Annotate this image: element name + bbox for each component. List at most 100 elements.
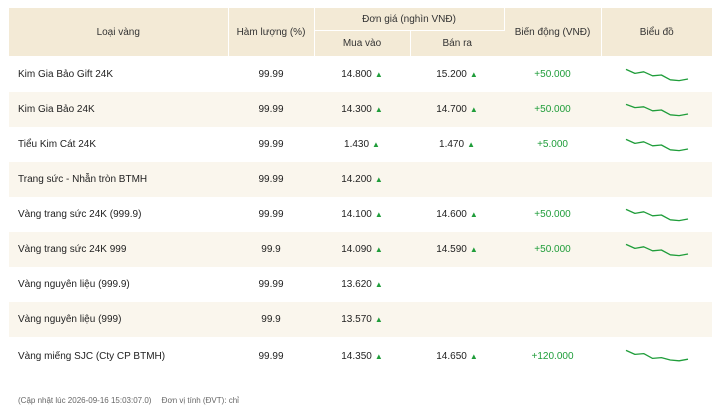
up-arrow-icon: ▲ (372, 140, 380, 149)
gold-type-cell: Vàng miếng SJC (Cty CP BTMH) (9, 337, 228, 375)
sparkline-chart[interactable] (624, 100, 690, 120)
sparkline-chart[interactable] (624, 346, 690, 366)
sell-price-cell-text: 1.470 (439, 139, 465, 150)
sell-price-cell-text: 15.200 (436, 69, 467, 80)
up-arrow-icon: ▲ (467, 140, 475, 149)
up-arrow-icon: ▲ (374, 210, 383, 219)
gold-type-cell: Kim Gia Bảo 24K (9, 92, 228, 127)
table-row: Vàng nguyên liệu (999.9) 99.99 13.620 ▲ (9, 267, 713, 302)
sparkline-line (625, 138, 688, 151)
gold-type-cell-text: Kim Gia Bảo Gift 24K (18, 69, 114, 80)
buy-price-cell-text: 14.300 (341, 104, 372, 115)
purity-cell: 99.99 (228, 267, 314, 302)
sparkline-chart[interactable] (624, 65, 690, 85)
change-cell-text: +50.000 (534, 69, 571, 80)
table-row: Vàng nguyên liệu (999) 99.9 13.570 ▲ (9, 302, 713, 337)
gold-type-cell-text: Trang sức - Nhẫn tròn BTMH (18, 174, 148, 185)
buy-price-cell-text: 13.620 (341, 279, 372, 290)
gold-type-cell-text: Tiểu Kim Cát 24K (18, 139, 96, 150)
up-arrow-icon: ▲ (374, 70, 383, 79)
purity-cell-text: 99.99 (258, 69, 284, 80)
purity-cell: 99.99 (228, 162, 314, 197)
sell-price-cell (410, 162, 505, 197)
sell-price-cell-text: 14.650 (436, 350, 467, 362)
header-change: Biến động (VNĐ) (504, 8, 602, 57)
gold-type-cell-text: Kim Gia Bảo 24K (18, 104, 95, 115)
gold-type-cell: Tiểu Kim Cát 24K (9, 127, 228, 162)
chart-cell (601, 56, 713, 92)
table-row: Vàng miếng SJC (Cty CP BTMH) 99.99 14.350 ▲… (9, 337, 713, 375)
table-footer: (Cập nhật lúc 2026-09-16 15:03:07.0) Đơn… (18, 396, 239, 405)
gold-type-cell-text: Vàng trang sức 24K (999.9) (18, 209, 142, 220)
header-gold-type: Loại vàng (9, 8, 229, 57)
change-cell (504, 162, 602, 197)
header-unit-price: Đơn giá (nghìn VNĐ) (314, 8, 505, 31)
sell-price-cell-text: 14.600 (436, 209, 467, 220)
change-cell-text: +50.000 (534, 209, 571, 220)
gold-type-cell-text: Vàng nguyên liệu (999) (18, 314, 122, 325)
purity-cell-text: 99.99 (258, 174, 284, 185)
gold-price-widget: Loại vàng Hàm lượng (%) Đơn giá (nghìn V… (0, 0, 720, 413)
purity-cell: 99.99 (228, 56, 314, 92)
up-arrow-icon: ▲ (469, 105, 478, 114)
purity-cell: 99.99 (228, 197, 314, 232)
sell-price-cell: 14.650 ▲ (410, 337, 505, 375)
purity-cell: 99.99 (228, 127, 314, 162)
buy-price-cell-text: 14.350 (341, 350, 372, 362)
buy-price-cell: 14.350 ▲ (314, 337, 410, 375)
chart-cell (601, 197, 713, 232)
buy-price-cell: 14.800 ▲ (314, 56, 410, 92)
sparkline-line (625, 208, 688, 221)
buy-price-cell: 13.570 ▲ (314, 302, 410, 337)
buy-price-cell-text: 14.090 (341, 244, 372, 255)
sparkline-line (625, 243, 688, 256)
gold-type-cell: Vàng nguyên liệu (999.9) (9, 267, 228, 302)
gold-type-cell: Vàng trang sức 24K (999.9) (9, 197, 228, 232)
up-arrow-icon: ▲ (374, 105, 383, 114)
change-cell: +50.000 (504, 92, 602, 127)
change-cell: +50.000 (504, 56, 602, 92)
unit-note: Đơn vị tính (ĐVT): chỉ (161, 396, 239, 405)
sell-price-cell (410, 267, 505, 302)
chart-cell (601, 232, 713, 267)
change-cell: +50.000 (504, 232, 602, 267)
sell-price-cell-text: 14.700 (436, 104, 467, 115)
change-cell: +50.000 (504, 197, 602, 232)
sparkline-line (625, 68, 688, 81)
table-row: Tiểu Kim Cát 24K 99.99 1.430 ▲ 1.470 ▲ +5.000 (9, 127, 713, 162)
change-cell (504, 302, 602, 337)
purity-cell-text: 99.99 (258, 104, 284, 115)
purity-cell: 99.99 (228, 92, 314, 127)
purity-cell-text: 99.9 (261, 244, 281, 255)
sparkline-chart[interactable] (624, 135, 690, 155)
gold-type-cell-text: Vàng nguyên liệu (999.9) (18, 279, 130, 290)
purity-cell: 99.99 (228, 337, 314, 375)
sell-price-cell (410, 302, 505, 337)
table-row: Kim Gia Bảo Gift 24K 99.99 14.800 ▲ 15.200 ▲ +… (9, 56, 713, 92)
change-cell-text: +50.000 (534, 244, 571, 255)
up-arrow-icon: ▲ (374, 175, 383, 184)
buy-price-cell: 13.620 ▲ (314, 267, 410, 302)
sparkline-chart[interactable] (624, 240, 690, 260)
table-row: Vàng trang sức 24K 999 99.9 14.090 ▲ 14.590 ▲… (9, 232, 713, 267)
sell-price-cell-text: 14.590 (436, 244, 467, 255)
change-cell (504, 267, 602, 302)
change-cell-text: +5.000 (537, 139, 568, 150)
sell-price-cell: 1.470 ▲ (410, 127, 505, 162)
buy-price-cell: 14.100 ▲ (314, 197, 410, 232)
sell-price-cell: 15.200 ▲ (410, 56, 505, 92)
gold-type-cell-text: Vàng trang sức 24K 999 (18, 244, 127, 255)
sparkline-line (625, 103, 688, 116)
chart-cell (601, 92, 713, 127)
table-row: Vàng trang sức 24K (999.9) 99.99 14.100 ▲ 14… (9, 197, 713, 232)
purity-cell: 99.9 (228, 232, 314, 267)
buy-price-cell-text: 14.200 (341, 174, 372, 185)
buy-price-cell: 14.090 ▲ (314, 232, 410, 267)
sparkline-chart[interactable] (624, 205, 690, 225)
up-arrow-icon: ▲ (374, 351, 383, 361)
up-arrow-icon: ▲ (469, 70, 478, 79)
chart-cell (601, 267, 713, 302)
buy-price-cell: 1.430 ▲ (314, 127, 410, 162)
change-cell: +5.000 (504, 127, 602, 162)
update-timestamp: (Cập nhật lúc 2026-09-16 15:03:07.0) (18, 396, 152, 405)
